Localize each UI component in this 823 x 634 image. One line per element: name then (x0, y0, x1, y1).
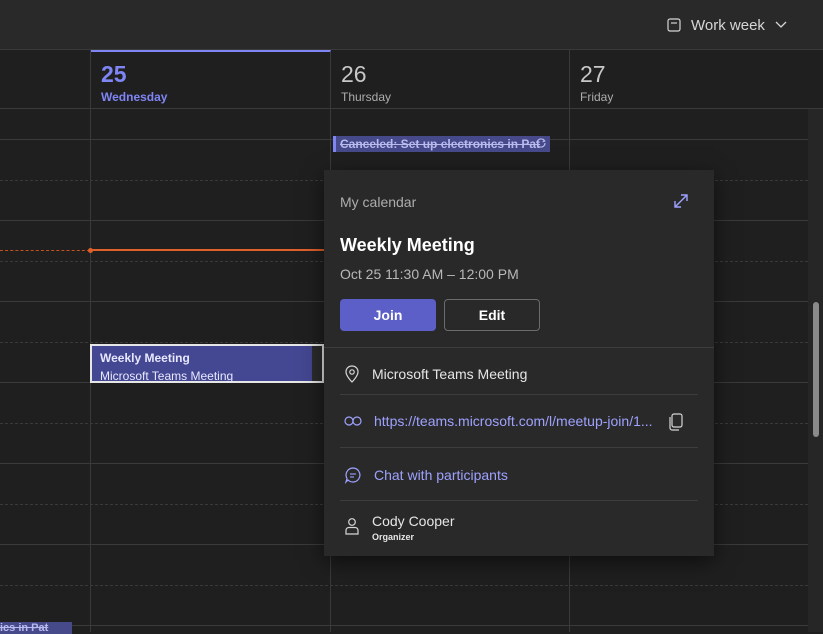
chat-row[interactable]: Chat with participants (344, 466, 508, 484)
link-row[interactable]: https://teams.microsoft.com/l/meetup-joi… (344, 413, 656, 429)
organizer-name[interactable]: Cody Cooper (372, 513, 455, 529)
weekly-meeting-event[interactable]: Weekly Meeting Microsoft Teams Meeting (90, 344, 324, 383)
event-title: Canceled: Set up electronics in Pat (340, 137, 541, 151)
divider (340, 394, 698, 395)
copy-icon[interactable] (668, 413, 684, 436)
half-hour-line (0, 585, 808, 586)
day-header-empty (0, 50, 91, 109)
meeting-title: Weekly Meeting (340, 235, 475, 255)
day-header-thursday[interactable]: 26 Thursday (331, 50, 570, 109)
current-time-line (91, 249, 331, 251)
chat-icon (344, 466, 362, 484)
join-button[interactable]: Join (340, 299, 436, 331)
edit-button[interactable]: Edit (444, 299, 540, 331)
expand-icon[interactable] (672, 192, 690, 215)
day-name: Friday (580, 90, 614, 104)
scrollbar-thumb[interactable] (813, 302, 819, 437)
organizer-role: Organizer (372, 532, 415, 542)
chevron-down-icon (775, 21, 787, 29)
recurring-icon (535, 137, 547, 152)
divider (324, 347, 714, 348)
chat-link[interactable]: Chat with participants (374, 467, 508, 483)
day-name: Thursday (341, 90, 392, 104)
event-subtitle: Microsoft Teams Meeting (100, 369, 234, 383)
meeting-link[interactable]: https://teams.microsoft.com/l/meetup-joi… (374, 413, 656, 429)
event-overlap-bar (312, 346, 322, 381)
divider (340, 500, 698, 501)
view-switcher-label: Work week (691, 16, 765, 34)
day-header-wednesday[interactable]: 25 Wednesday (91, 50, 331, 109)
location-icon (344, 365, 360, 383)
view-switcher-button[interactable]: Work week (667, 14, 787, 36)
day-name: Wednesday (101, 90, 168, 104)
divider (340, 447, 698, 448)
meeting-time: Oct 25 11:30 AM – 12:00 PM (340, 266, 519, 282)
location-text: Microsoft Teams Meeting (372, 366, 528, 382)
day-number: 27 (580, 61, 606, 87)
day-number: 25 (101, 61, 127, 87)
canceled-event-fragment[interactable]: ics in Pat (0, 622, 72, 634)
person-icon (344, 517, 360, 540)
current-time-dash (0, 250, 90, 251)
canceled-event[interactable]: Canceled: Set up electronics in Pat (333, 136, 550, 152)
event-details-popup: My calendar Weekly Meeting Oct 25 11:30 … (324, 170, 714, 556)
location-row: Microsoft Teams Meeting (344, 365, 527, 383)
link-icon (344, 416, 362, 426)
day-number: 26 (341, 61, 367, 87)
top-toolbar: Work week (0, 0, 823, 50)
calendar-label: My calendar (340, 194, 417, 210)
calendar-view-icon (667, 18, 681, 32)
event-title: Weekly Meeting (100, 351, 190, 365)
day-header-friday[interactable]: 27 Friday (570, 50, 823, 109)
event-title: ics in Pat (0, 622, 49, 634)
hour-line (0, 625, 808, 626)
